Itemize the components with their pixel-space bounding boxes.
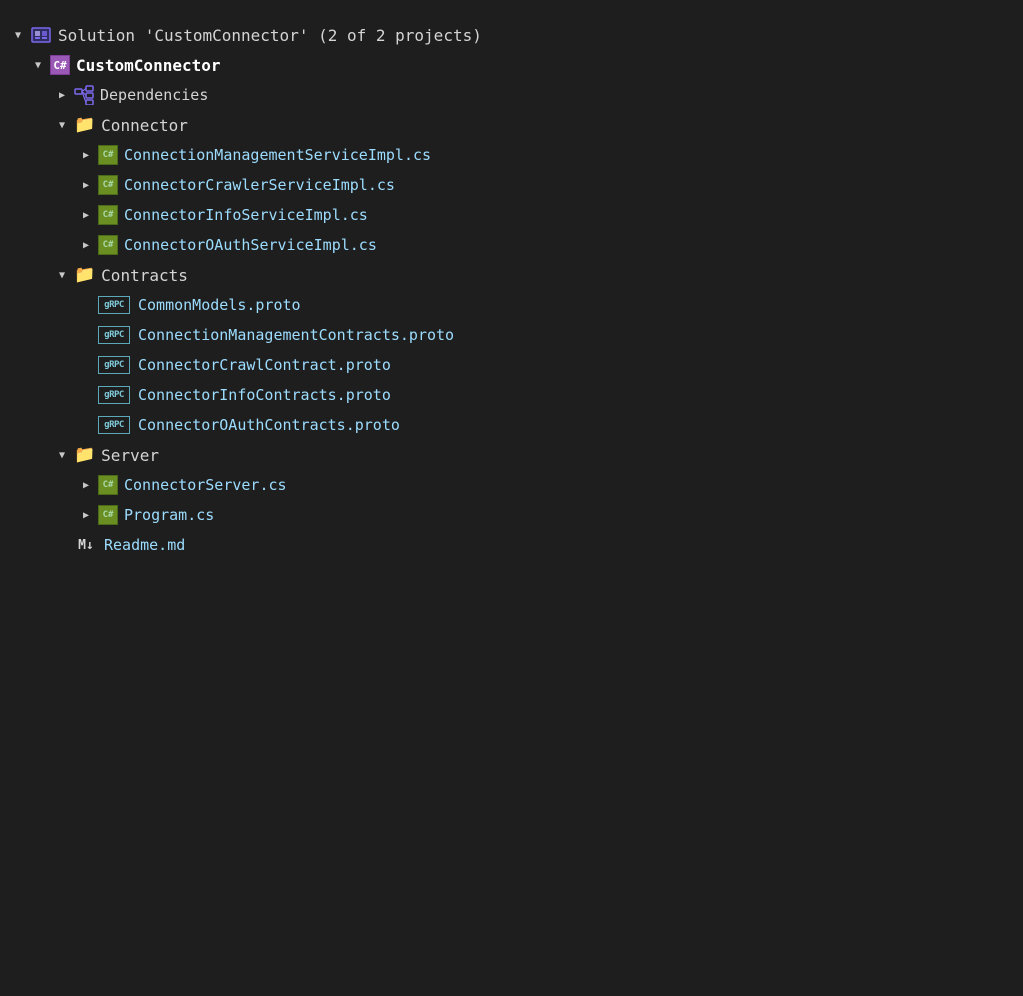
proto-file-5[interactable]: gRPC ConnectorOAuthContracts.proto [0,410,1023,440]
server-folder[interactable]: 📁 Server [0,440,1023,470]
proto1-label: CommonModels.proto [138,296,301,314]
dependencies-item[interactable]: Dependencies [0,80,1023,110]
dependencies-icon [74,85,94,105]
csharp-project-icon: C# [50,55,70,75]
readme-file[interactable]: M↓ Readme.md [0,530,1023,560]
cs2-label: ConnectorCrawlerServiceImpl.cs [124,176,395,194]
proto5-label: ConnectorOAuthContracts.proto [138,416,400,434]
connector-folder[interactable]: 📁 Connector [0,110,1023,140]
server-folder-icon: 📁 [74,445,95,465]
proto-file-4[interactable]: gRPC ConnectorInfoContracts.proto [0,380,1023,410]
project-root[interactable]: C# CustomConnector [0,50,1023,80]
connector-folder-label: Connector [101,116,188,135]
contracts-folder-icon: 📁 [74,265,95,285]
cs4-icon: C# [98,235,118,255]
project-label: CustomConnector [76,56,221,75]
markdown-icon: M↓ [74,536,98,554]
server-folder-label: Server [101,446,159,465]
solution-explorer: Solution 'CustomConnector' (2 of 2 proje… [0,12,1023,568]
connector-folder-icon: 📁 [74,115,95,135]
cs4-label: ConnectorOAuthServiceImpl.cs [124,236,377,254]
contracts-folder-label: Contracts [101,266,188,285]
proto4-label: ConnectorInfoContracts.proto [138,386,391,404]
dependencies-label: Dependencies [100,86,208,104]
cs5-label: ConnectorServer.cs [124,476,287,494]
cs1-icon: C# [98,145,118,165]
proto4-icon: gRPC [98,386,130,404]
cs5-icon: C# [98,475,118,495]
dependencies-chevron [52,85,72,105]
solution-chevron [8,25,28,45]
proto-file-3[interactable]: gRPC ConnectorCrawlContract.proto [0,350,1023,380]
cs-file-3[interactable]: C# ConnectorInfoServiceImpl.cs [0,200,1023,230]
proto5-icon: gRPC [98,416,130,434]
project-chevron [28,55,48,75]
cs5-chevron [76,475,96,495]
solution-label: Solution 'CustomConnector' (2 of 2 proje… [58,26,482,45]
cs-file-6[interactable]: C# Program.cs [0,500,1023,530]
cs1-label: ConnectionManagementServiceImpl.cs [124,146,431,164]
proto1-icon: gRPC [98,296,130,314]
proto-file-1[interactable]: gRPC CommonModels.proto [0,290,1023,320]
proto3-label: ConnectorCrawlContract.proto [138,356,391,374]
cs2-icon: C# [98,175,118,195]
contracts-folder[interactable]: 📁 Contracts [0,260,1023,290]
contracts-chevron [52,265,72,285]
proto2-label: ConnectionManagementContracts.proto [138,326,454,344]
cs6-icon: C# [98,505,118,525]
cs6-label: Program.cs [124,506,214,524]
cs-file-4[interactable]: C# ConnectorOAuthServiceImpl.cs [0,230,1023,260]
readme-label: Readme.md [104,536,185,554]
cs4-chevron [76,235,96,255]
cs6-chevron [76,505,96,525]
cs-file-2[interactable]: C# ConnectorCrawlerServiceImpl.cs [0,170,1023,200]
cs3-icon: C# [98,205,118,225]
proto3-icon: gRPC [98,356,130,374]
solution-root[interactable]: Solution 'CustomConnector' (2 of 2 proje… [0,20,1023,50]
cs3-label: ConnectorInfoServiceImpl.cs [124,206,368,224]
proto-file-2[interactable]: gRPC ConnectionManagementContracts.proto [0,320,1023,350]
server-chevron [52,445,72,465]
solution-icon [30,24,52,46]
cs-file-5[interactable]: C# ConnectorServer.cs [0,470,1023,500]
cs3-chevron [76,205,96,225]
cs1-chevron [76,145,96,165]
proto2-icon: gRPC [98,326,130,344]
connector-chevron [52,115,72,135]
cs2-chevron [76,175,96,195]
cs-file-1[interactable]: C# ConnectionManagementServiceImpl.cs [0,140,1023,170]
